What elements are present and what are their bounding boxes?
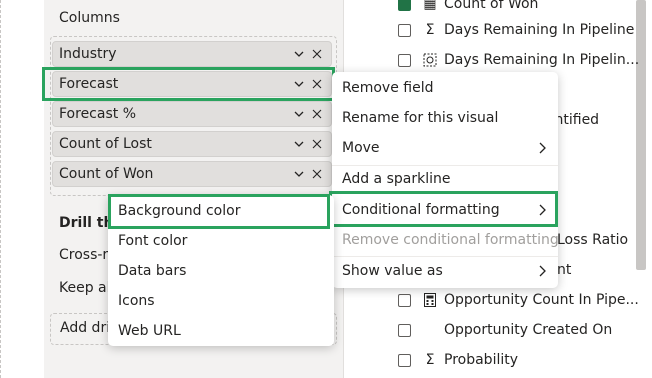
close-icon[interactable] xyxy=(312,79,322,89)
conditional-formatting-submenu: Background color Font color Data bars Ic… xyxy=(108,195,334,346)
chevron-right-icon xyxy=(539,142,546,154)
columns-section-title: Columns xyxy=(59,10,120,26)
field-chip-industry[interactable]: Industry xyxy=(52,41,332,67)
field-chip-count-of-lost[interactable]: Count of Lost xyxy=(52,131,332,157)
data-field-days-remaining-2[interactable]: Days Remaining In Pipelin... xyxy=(398,49,639,71)
data-field-checkbox[interactable] xyxy=(398,323,411,337)
field-context-menu: Remove field Rename for this visual Move… xyxy=(332,72,559,288)
menu-item-label: Show value as xyxy=(342,263,443,279)
submenu-item-font-color[interactable]: Font color xyxy=(108,226,334,256)
menu-item-label: Remove conditional formatting xyxy=(342,232,559,248)
close-icon[interactable] xyxy=(312,169,322,179)
menu-item-conditional-formatting[interactable]: Conditional formatting xyxy=(332,195,558,225)
data-field-partial-nt[interactable]: nt xyxy=(557,259,571,281)
keep-all-filters-label: Keep al xyxy=(59,280,111,296)
menu-item-label: Font color xyxy=(118,233,188,249)
menu-item-label: Move xyxy=(342,140,380,156)
menu-item-label: Icons xyxy=(118,293,155,309)
chevron-down-icon[interactable] xyxy=(292,137,306,151)
field-chip-count-of-won[interactable]: Count of Won xyxy=(52,161,332,187)
data-field-checkbox[interactable] xyxy=(398,53,411,67)
menu-item-label: Conditional formatting xyxy=(342,202,500,218)
menu-item-show-value-as[interactable]: Show value as xyxy=(332,256,558,286)
menu-item-label: Add a sparkline xyxy=(342,171,451,187)
chevron-down-icon[interactable] xyxy=(292,47,306,61)
data-pane-scrollbar[interactable] xyxy=(636,0,646,270)
data-field-label: nt xyxy=(557,262,572,278)
submenu-item-background-color[interactable]: Background color xyxy=(108,196,334,226)
data-field-label: Days Remaining In Pipeline xyxy=(444,22,635,38)
menu-item-label: Remove field xyxy=(342,80,434,96)
data-field-opportunity-created-on[interactable]: Opportunity Created On xyxy=(398,319,612,341)
data-field-label: Loss Ratio xyxy=(557,232,629,248)
field-chip-forecast[interactable]: Forecast xyxy=(52,71,332,97)
sigma-icon: Σ xyxy=(425,352,435,368)
close-icon[interactable] xyxy=(312,109,322,119)
data-field-checkbox[interactable] xyxy=(398,23,411,37)
field-chip-forecast-percent[interactable]: Forecast % xyxy=(52,101,332,127)
chevron-right-icon xyxy=(539,265,546,277)
submenu-item-data-bars[interactable]: Data bars xyxy=(108,256,334,286)
menu-item-label: Background color xyxy=(118,203,241,219)
data-field-label: Probability xyxy=(444,352,519,368)
data-field-count-of-won[interactable]: ▦ Count of Won xyxy=(398,0,538,15)
menu-item-label: Data bars xyxy=(118,263,187,279)
data-field-checkbox[interactable] xyxy=(398,0,411,11)
data-field-label: Opportunity Count In Pipe... xyxy=(444,292,639,308)
field-chip-label: Industry xyxy=(59,46,117,62)
calculator-icon: ▦ xyxy=(423,0,437,12)
field-chip-label: Forecast xyxy=(59,76,119,92)
sigma-icon: Σ xyxy=(425,22,435,38)
data-field-label: Opportunity Created On xyxy=(444,322,613,338)
data-field-partial-loss-ratio[interactable]: Loss Ratio xyxy=(557,229,628,251)
submenu-item-web-url[interactable]: Web URL xyxy=(108,316,334,346)
menu-item-label: Web URL xyxy=(118,323,181,339)
field-chip-label: Forecast % xyxy=(59,106,136,122)
data-field-label: Days Remaining In Pipelin... xyxy=(444,52,640,68)
data-field-days-remaining[interactable]: Σ Days Remaining In Pipeline xyxy=(398,19,634,41)
chevron-down-icon[interactable] xyxy=(292,107,306,121)
blank-icon xyxy=(422,322,438,338)
add-drillthrough-label: Add dri xyxy=(60,320,111,336)
report-canvas-edge xyxy=(0,0,2,378)
menu-item-label: Rename for this visual xyxy=(342,110,499,126)
data-field-probability[interactable]: Σ Probability xyxy=(398,349,518,371)
data-field-label: Count of Won xyxy=(444,0,539,12)
field-chip-label: Count of Lost xyxy=(59,136,152,152)
calculator-icon xyxy=(422,292,438,308)
data-field-checkbox[interactable] xyxy=(398,353,411,367)
data-field-checkbox[interactable] xyxy=(398,293,411,307)
data-field-opportunity-count[interactable]: Opportunity Count In Pipe... xyxy=(398,289,639,311)
menu-item-move[interactable]: Move xyxy=(332,133,558,163)
close-icon[interactable] xyxy=(312,139,322,149)
menu-item-remove-field[interactable]: Remove field xyxy=(332,73,558,103)
chevron-right-icon xyxy=(539,204,546,216)
measure-icon xyxy=(422,52,438,68)
submenu-item-icons[interactable]: Icons xyxy=(108,286,334,316)
menu-item-rename[interactable]: Rename for this visual xyxy=(332,103,558,133)
menu-item-remove-conditional-formatting: Remove conditional formatting xyxy=(332,225,559,255)
field-chip-label: Count of Won xyxy=(59,166,154,182)
menu-item-add-sparkline[interactable]: Add a sparkline xyxy=(332,164,558,194)
cross-report-label: Cross-r xyxy=(59,247,109,263)
chevron-down-icon[interactable] xyxy=(292,167,306,181)
chevron-down-icon[interactable] xyxy=(292,77,306,91)
close-icon[interactable] xyxy=(312,49,322,59)
